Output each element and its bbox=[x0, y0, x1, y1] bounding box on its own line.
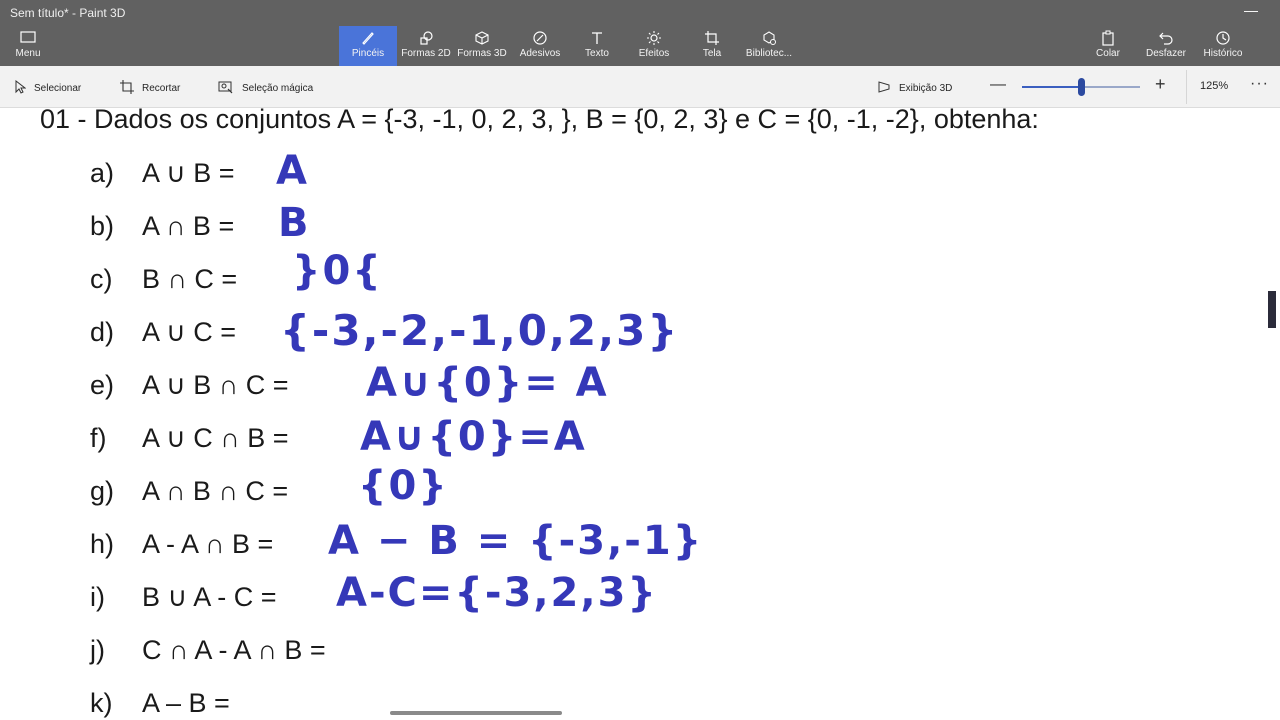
tab-biblioteca[interactable]: Bibliotec... bbox=[740, 26, 798, 66]
exercise-heading: 01 - Dados os conjuntos A = {-3, -1, 0, … bbox=[40, 108, 1039, 134]
expression: A ∩ B ∩ C = bbox=[142, 476, 289, 506]
expression: A ∪ C ∩ B = bbox=[142, 423, 289, 453]
expression: B ∪ A - C = bbox=[142, 582, 277, 612]
tab-formas-2d-label: Formas 2D bbox=[401, 48, 451, 59]
zoom-value[interactable]: 125% bbox=[1200, 80, 1228, 92]
tab-adesivos-label: Adesivos bbox=[519, 48, 561, 59]
tab-efeitos[interactable]: Efeitos bbox=[628, 26, 680, 66]
paste-label: Colar bbox=[1096, 48, 1120, 59]
tool-options-bar: Selecionar Recortar Seleção mágica Exibi… bbox=[0, 66, 1280, 108]
tab-tela[interactable]: Tela bbox=[688, 26, 736, 66]
tab-efeitos-label: Efeitos bbox=[638, 48, 670, 59]
cursor-icon bbox=[14, 79, 27, 97]
tab-formas-2d[interactable]: Formas 2D bbox=[399, 26, 453, 66]
expression: A ∪ C = bbox=[142, 317, 237, 347]
expression: B ∩ C = bbox=[142, 264, 238, 294]
history-icon bbox=[1196, 30, 1250, 48]
folder-icon bbox=[4, 30, 52, 48]
vertical-scrollbar-thumb[interactable] bbox=[1268, 291, 1276, 328]
handwritten-answer: A-C={-3,2,3} bbox=[336, 570, 658, 616]
sun-icon bbox=[628, 30, 680, 48]
expression: C ∩ A - A ∩ B = bbox=[142, 635, 326, 665]
zoom-slider-thumb[interactable] bbox=[1078, 78, 1085, 96]
view-3d-icon bbox=[877, 80, 891, 97]
tab-pinceis-label: Pincéis bbox=[351, 48, 385, 59]
history-button[interactable]: Histórico bbox=[1196, 26, 1250, 66]
select-tool[interactable]: Selecionar bbox=[14, 78, 81, 98]
clipboard-icon bbox=[1084, 30, 1132, 48]
tab-biblioteca-label: Bibliotec... bbox=[745, 48, 793, 59]
list-item: d) A ∪ C = bbox=[90, 317, 237, 347]
drawing-canvas[interactable]: 01 - Dados os conjuntos A = {-3, -1, 0, … bbox=[0, 108, 1280, 720]
brush-icon bbox=[339, 30, 397, 48]
zoom-out-button[interactable]: — bbox=[990, 76, 1006, 94]
list-item: i) B ∪ A - C = bbox=[90, 582, 277, 612]
handwritten-answer: A bbox=[276, 148, 309, 194]
handwritten-answer: A∪{0}=A bbox=[360, 414, 587, 460]
tab-texto-label: Texto bbox=[585, 48, 609, 59]
expression: A - A ∩ B = bbox=[142, 529, 274, 559]
window-title: Sem título* - Paint 3D bbox=[10, 6, 126, 20]
expression: A – B = bbox=[142, 688, 230, 718]
overflow-icon bbox=[1260, 30, 1280, 48]
title-bar: Sem título* - Paint 3D — bbox=[0, 0, 1280, 26]
view-3d-toggle[interactable]: Exibição 3D bbox=[877, 78, 952, 98]
ribbon: Menu Pincéis Formas 2D Formas 3D Adesivo… bbox=[0, 26, 1280, 66]
minimize-button[interactable]: — bbox=[1244, 2, 1258, 18]
select-label: Selecionar bbox=[34, 82, 82, 94]
list-item: e) A ∪ B ∩ C = bbox=[90, 370, 289, 400]
sticker-icon bbox=[512, 30, 568, 48]
history-label: Histórico bbox=[1203, 48, 1243, 59]
handwritten-answer: B bbox=[278, 200, 311, 246]
view-3d-label: Exibição 3D bbox=[899, 82, 953, 94]
more-options-button[interactable]: ··· bbox=[1250, 75, 1269, 93]
expression: A ∪ B ∩ C = bbox=[142, 370, 289, 400]
text-icon bbox=[572, 30, 622, 48]
list-item: f) A ∪ C ∩ B = bbox=[90, 423, 289, 453]
canvas-crop-icon bbox=[688, 30, 736, 48]
tab-formas-3d-label: Formas 3D bbox=[457, 48, 507, 59]
list-item: j) C ∩ A - A ∩ B = bbox=[90, 635, 326, 665]
paste-button[interactable]: Colar bbox=[1084, 26, 1132, 66]
expression: A ∩ B = bbox=[142, 211, 235, 241]
menu-button[interactable]: Menu bbox=[4, 26, 52, 66]
shapes-2d-icon bbox=[399, 30, 453, 48]
horizontal-scrollbar-thumb[interactable] bbox=[390, 711, 562, 715]
crop-tool[interactable]: Recortar bbox=[120, 78, 180, 98]
undo-label: Desfazer bbox=[1145, 48, 1186, 59]
list-item: h) A - A ∩ B = bbox=[90, 529, 274, 559]
library-icon bbox=[740, 30, 798, 48]
tab-formas-3d[interactable]: Formas 3D bbox=[455, 26, 509, 66]
list-item: k) A – B = bbox=[90, 688, 230, 718]
zoom-in-button[interactable]: + bbox=[1155, 74, 1166, 95]
magic-select-tool[interactable]: Seleção mágica bbox=[218, 78, 313, 98]
undo-icon bbox=[1140, 30, 1192, 48]
handwritten-answer: A − B = {-3,-1} bbox=[328, 518, 704, 564]
tab-tela-label: Tela bbox=[702, 48, 722, 59]
crop-icon bbox=[120, 79, 134, 97]
list-item: a) A ∪ B = bbox=[90, 158, 235, 188]
menu-label: Menu bbox=[15, 48, 41, 59]
list-item: g) A ∩ B ∩ C = bbox=[90, 476, 289, 506]
magic-select-icon bbox=[218, 80, 234, 97]
expression: A ∪ B = bbox=[142, 158, 235, 188]
handwritten-answer: {-3,-2,-1,0,2,3} bbox=[280, 306, 680, 355]
tab-texto[interactable]: Texto bbox=[572, 26, 622, 66]
undo-button[interactable]: Desfazer bbox=[1140, 26, 1192, 66]
handwritten-answer: A∪{0}= A bbox=[366, 360, 609, 406]
tab-pinceis[interactable]: Pincéis bbox=[339, 26, 397, 66]
handwritten-answer: }0{ bbox=[292, 248, 383, 294]
handwritten-answer: {0} bbox=[358, 463, 449, 509]
ribbon-overflow[interactable] bbox=[1260, 26, 1280, 66]
cube-icon bbox=[455, 30, 509, 48]
toolbar-divider bbox=[1186, 70, 1187, 104]
tab-adesivos[interactable]: Adesivos bbox=[512, 26, 568, 66]
list-item: b) A ∩ B = bbox=[90, 211, 235, 241]
zoom-slider-fill bbox=[1022, 86, 1081, 88]
list-item: c) B ∩ C = bbox=[90, 264, 238, 294]
crop-label: Recortar bbox=[142, 82, 181, 94]
magic-select-label: Seleção mágica bbox=[242, 82, 314, 94]
